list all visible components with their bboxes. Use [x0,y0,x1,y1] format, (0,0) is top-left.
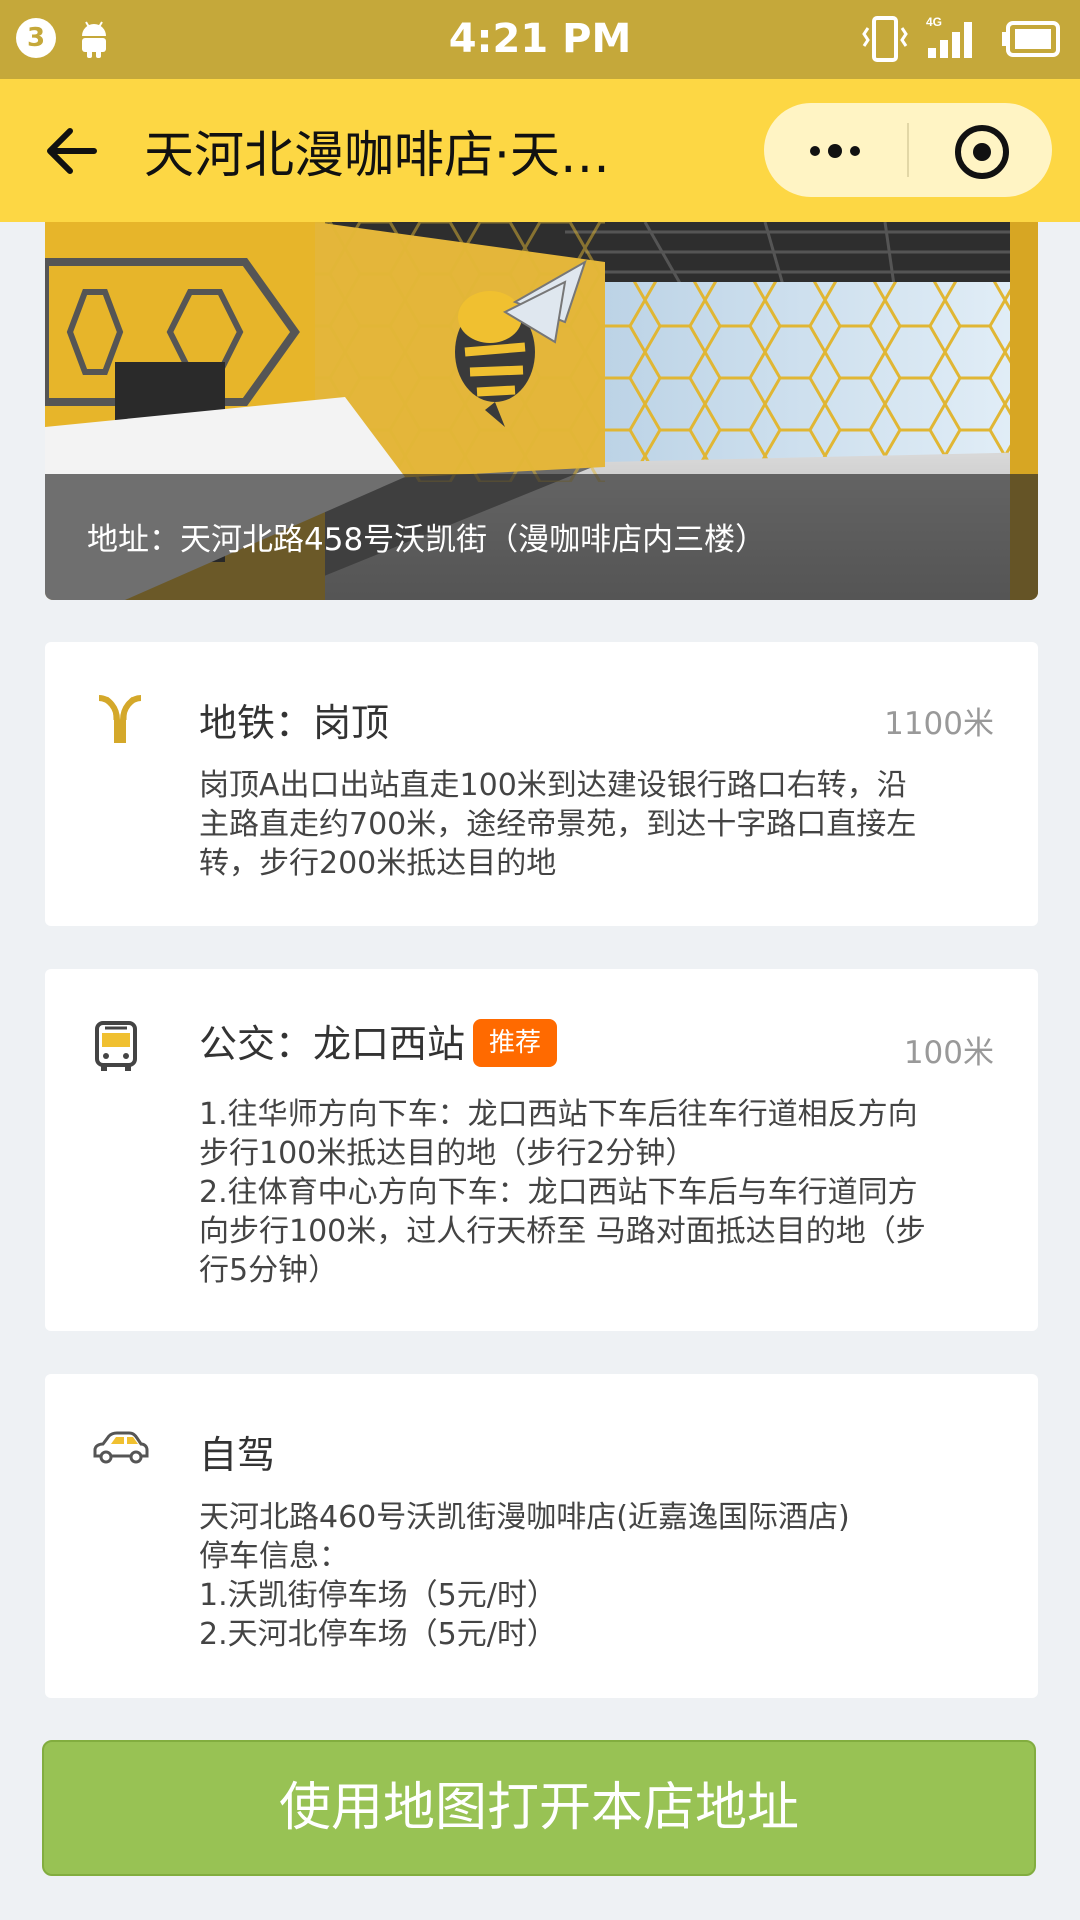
store-address: 地址：天河北路458号沃凯街（漫咖啡店内三楼） [87,522,767,558]
banner-caption: 地址：天河北路458号沃凯街（漫咖啡店内三楼） [45,474,1038,600]
more-button[interactable] [764,103,907,197]
description-line: 天河北路460号沃凯街漫咖啡店(近嘉逸国际酒店) [199,1500,850,1535]
battery-icon [1002,21,1060,57]
back-arrow-icon[interactable] [44,123,100,179]
description-line: 1.往华师方向下车：龙口西站下车后往车行道相反方向 [199,1097,918,1132]
status-time: 4:21 PM [448,16,632,62]
network-label: 4G [926,15,942,29]
target-icon [955,125,1009,179]
metro-icon [98,695,142,743]
description-line: 行5分钟） [199,1253,339,1288]
description-line: 岗顶A出口出站直走100米到达建设银行路口右转，沿 [199,768,907,803]
status-bar: 3 4:21 PM 4G [0,0,1080,79]
metro-description: 岗顶A出口出站直走100米到达建设银行路口右转，沿 主路直走约700米，途经帝景… [199,766,999,883]
bus-route-card: 公交：龙口西站 推荐 100米 1.往华师方向下车：龙口西站下车后往车行道相反方向… [45,969,1038,1331]
bus-icon [95,1021,137,1071]
store-banner: 地址：天河北路458号沃凯街（漫咖啡店内三楼） [45,222,1038,600]
description-line: 停车信息： [199,1539,349,1574]
bus-title: 公交：龙口西站 [199,1022,466,1066]
signal-4g-icon: 4G [926,15,972,58]
open-map-button[interactable]: 使用地图打开本店地址 [42,1740,1036,1876]
metro-distance: 1100米 [884,706,994,742]
bus-title-row: 公交：龙口西站 推荐 [199,1013,558,1068]
bus-distance: 100米 [903,1035,994,1071]
description-line: 2.往体育中心方向下车：龙口西站下车后与车行道同方 [199,1175,918,1210]
bus-description: 1.往华师方向下车：龙口西站下车后往车行道相反方向 步行100米抵达目的地（步行… [199,1095,999,1290]
more-dot-icon [828,144,842,158]
drive-route-card: 自驾 天河北路460号沃凯街漫咖啡店(近嘉逸国际酒店) 停车信息： 1.沃凯街停… [45,1374,1038,1698]
car-icon [93,1431,149,1464]
vibrate-icon [862,16,908,62]
description-line: 主路直走约700米，途经帝景苑，到达十字路口直接左 [199,807,917,842]
description-line: 步行100米抵达目的地（步行2分钟） [199,1136,696,1171]
metro-title: 地铁：岗顶 [199,701,390,745]
page-title: 天河北漫咖啡店·天… [144,126,610,184]
drive-title: 自驾 [199,1433,276,1477]
close-mini-program-button[interactable] [909,103,1052,197]
more-dot-icon [810,146,820,156]
description-line: 2.天河北停车场（5元/时） [199,1617,557,1652]
description-line: 转，步行200米抵达目的地 [199,846,557,881]
recommend-badge: 推荐 [473,1019,558,1067]
mini-program-capsule [764,103,1052,197]
more-dot-icon [850,146,860,156]
metro-route-card: 地铁：岗顶 1100米 岗顶A出口出站直走100米到达建设银行路口右转，沿 主路… [45,642,1038,926]
nav-bar: 天河北漫咖啡店·天… [0,79,1080,222]
description-line: 向步行100米，过人行天桥至 马路对面抵达目的地（步 [199,1214,926,1249]
drive-description: 天河北路460号沃凯街漫咖啡店(近嘉逸国际酒店) 停车信息： 1.沃凯街停车场（… [199,1498,999,1654]
description-line: 1.沃凯街停车场（5元/时） [199,1578,557,1613]
